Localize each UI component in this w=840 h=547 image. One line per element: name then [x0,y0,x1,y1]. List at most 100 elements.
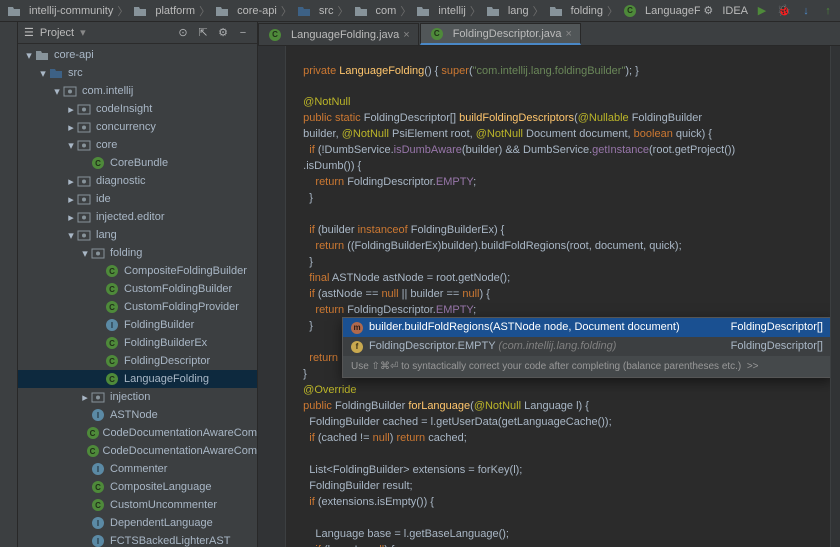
tree-label: FCTSBackedLighterAST [110,535,230,547]
close-icon[interactable]: × [566,28,572,40]
expand-arrow-icon[interactable]: ▸ [66,121,76,134]
code-area[interactable]: private LanguageFolding() { super("com.i… [286,46,830,547]
tree-label: DependentLanguage [110,517,213,529]
collapse-all-icon[interactable]: ⇱ [195,25,211,41]
debug-icon[interactable]: 🐞 [776,3,792,19]
run-icon[interactable]: ▶ [754,3,770,19]
tree-node[interactable]: C CoreBundle [18,154,257,172]
build-icon[interactable]: ⚙ [700,3,716,19]
tree-node[interactable]: ICommenter [18,460,257,478]
breadcrumb-item[interactable]: CLanguageFolding [620,4,700,18]
tree-node[interactable]: ▾ com.intellij [18,82,257,100]
class-icon: C [104,300,120,314]
expand-arrow-icon[interactable]: ▾ [66,229,76,242]
tree-label: com.intellij [82,85,133,97]
tree-node[interactable]: CCodeDocumentationAwareCom [18,442,257,460]
expand-arrow-icon[interactable]: ▸ [66,211,76,224]
tree-node[interactable]: ▾ core-api [18,46,257,64]
tree-node[interactable]: IDependentLanguage [18,514,257,532]
pkg-icon [76,228,92,242]
editor[interactable]: private LanguageFolding() { super("com.i… [258,46,840,547]
close-icon[interactable]: × [403,29,409,41]
tree-node[interactable]: CCompositeLanguage [18,478,257,496]
project-toggle-icon[interactable]: ☰ [24,26,34,39]
folder-icon [415,4,431,18]
tree-node[interactable]: CFoldingDescriptor [18,352,257,370]
expand-arrow-icon[interactable]: ▾ [38,67,48,80]
tree-label: core-api [54,49,94,61]
breadcrumb-item[interactable]: core-api [212,4,279,18]
tree-node[interactable]: CCompositeFoldingBuilder [18,262,257,280]
breadcrumb-item[interactable]: intellij [413,4,468,18]
gear-icon[interactable]: ⚙ [215,25,231,41]
select-opened-icon[interactable]: ⊙ [175,25,191,41]
expand-arrow-icon[interactable]: ▸ [66,193,76,206]
error-stripe[interactable] [830,46,840,547]
tree-label: CodeDocumentationAwareCom [103,427,258,439]
tree-node[interactable]: IASTNode [18,406,257,424]
tree-node[interactable]: IFoldingBuilder [18,316,257,334]
tree-node[interactable]: CCodeDocumentationAwareCom [18,424,257,442]
tree-label: CustomFoldingBuilder [124,283,232,295]
tree-node[interactable]: C CustomFoldingProvider [18,298,257,316]
breadcrumb-item[interactable]: com [351,4,399,18]
breadcrumb-item[interactable]: folding [546,4,605,18]
tree-node[interactable]: CCustomUncommenter [18,496,257,514]
tree-node[interactable]: CLanguageFolding [18,370,257,388]
folder-icon [132,4,148,18]
expand-arrow-icon[interactable]: ▸ [66,103,76,116]
project-tool-window: ☰ Project ▾ ⊙ ⇱ ⚙ − ▾core-api▾src▾com.in… [18,22,258,547]
hide-icon[interactable]: − [235,25,251,41]
pkg-icon [62,84,78,98]
class-icon: C [104,336,120,350]
expand-arrow-icon[interactable]: ▸ [66,175,76,188]
expand-arrow-icon[interactable]: ▾ [80,247,90,260]
code-completion-popup[interactable]: mbuilder.buildFoldRegions(ASTNode node, … [342,317,830,378]
tool-window-stripe-left[interactable] [0,22,18,547]
tree-node[interactable]: ▾ src [18,64,257,82]
tree-node[interactable]: ▸ injected.editor [18,208,257,226]
tree-node[interactable]: CFoldingBuilderEx [18,334,257,352]
completion-item[interactable]: mbuilder.buildFoldRegions(ASTNode node, … [343,318,830,337]
expand-arrow-icon[interactable]: ▸ [80,391,90,404]
class-icon: C [90,156,106,170]
tree-node[interactable]: ▸ide [18,190,257,208]
tree-label: CoreBundle [110,157,168,169]
breadcrumb-item[interactable]: lang [483,4,531,18]
breadcrumb-item[interactable]: platform [130,4,197,18]
tab-label: FoldingDescriptor.java [453,28,562,40]
tree-node[interactable]: ▾ folding [18,244,257,262]
tree-node[interactable]: ▸injection [18,388,257,406]
tree-node[interactable]: ▾lang [18,226,257,244]
breadcrumb: intellij-community〉platform〉core-api〉src… [4,3,700,19]
breadcrumb-item[interactable]: src [294,4,336,18]
chevron-down-icon[interactable]: ▾ [80,26,86,39]
class-icon: C [90,480,106,494]
interface-icon: I [90,534,106,547]
tree-label: injected.editor [96,211,165,223]
editor-tab[interactable]: CLanguageFolding.java× [258,23,419,45]
completion-item[interactable]: fFoldingDescriptor.EMPTY (com.intellij.l… [343,337,830,356]
tree-node[interactable]: ▸diagnostic [18,172,257,190]
vcs-update-icon[interactable]: ↓ [798,3,814,19]
interface-icon: I [90,408,106,422]
expand-arrow-icon[interactable]: ▾ [52,85,62,98]
run-config[interactable]: IDEA [722,5,748,17]
editor-tab[interactable]: CFoldingDescriptor.java× [420,23,581,45]
tree-label: folding [110,247,142,259]
tree-label: src [68,67,83,79]
tree-node[interactable]: ▸ codeInsight [18,100,257,118]
expand-arrow-icon[interactable]: ▾ [66,139,76,152]
tree-node[interactable]: ▾core [18,136,257,154]
project-tree[interactable]: ▾ core-api ▾ src ▾ com.intellij ▸ codeInsight ▸c… [18,44,257,547]
editor-gutter[interactable] [258,46,286,547]
tree-label: CustomFoldingProvider [124,301,239,313]
tree-node[interactable]: CCustomFoldingBuilder [18,280,257,298]
vcs-commit-icon[interactable]: ↑ [820,3,836,19]
tree-node[interactable]: I FCTSBackedLighterAST [18,532,257,547]
expand-arrow-icon[interactable]: ▾ [24,49,34,62]
breadcrumb-item[interactable]: intellij-community [4,4,115,18]
tree-label: codeInsight [96,103,152,115]
tree-node[interactable]: ▸concurrency [18,118,257,136]
folder-icon [214,4,230,18]
